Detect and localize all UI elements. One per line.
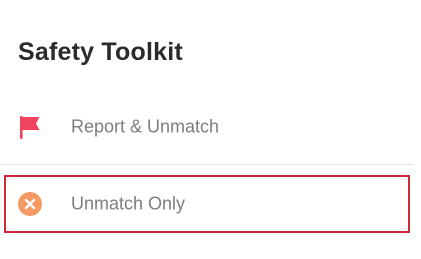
report-and-unmatch-option[interactable]: Report & Unmatch	[0, 98, 414, 156]
flag-icon	[17, 114, 43, 140]
close-circle-icon	[17, 191, 43, 217]
page-title: Safety Toolkit	[18, 38, 183, 66]
unmatch-only-option[interactable]: Unmatch Only	[0, 175, 414, 233]
option-label: Report & Unmatch	[71, 116, 220, 137]
option-label: Unmatch Only	[71, 193, 186, 214]
safety-toolkit-sheet: Safety Toolkit Report & Unmatch Unmatch …	[0, 0, 421, 259]
divider	[0, 164, 414, 165]
